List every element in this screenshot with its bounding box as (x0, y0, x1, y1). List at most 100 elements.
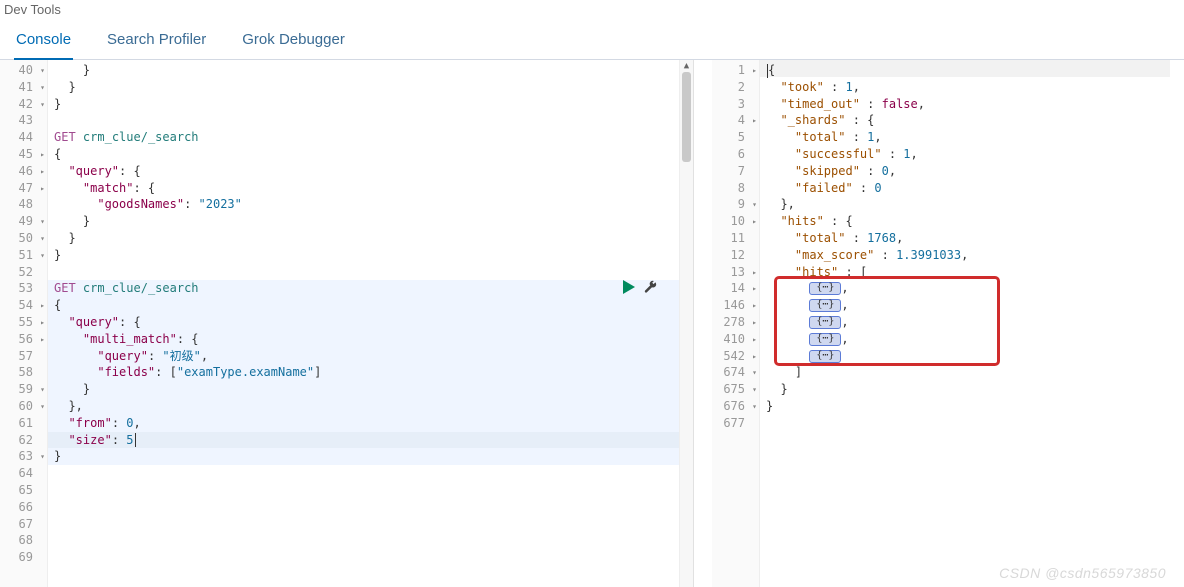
scroll-up-icon[interactable]: ▲ (680, 60, 693, 72)
code-token: } (766, 399, 773, 413)
code-token: , (961, 248, 968, 262)
line-number: 56▸ (0, 331, 47, 348)
request-editor[interactable]: 40▾41▾42▾434445▸46▸47▸4849▾50▾51▾525354▸… (0, 60, 694, 587)
code-row: "query": { (54, 163, 679, 180)
line-number: 61 (0, 415, 47, 432)
collapsed-object-badge[interactable]: {⋯} (809, 316, 841, 329)
code-token (54, 332, 83, 346)
code-token: , (841, 315, 848, 329)
code-token (766, 315, 809, 329)
code-token: : (824, 80, 846, 94)
fold-toggle-icon[interactable]: ▸ (40, 315, 45, 332)
line-number: 43 (0, 112, 47, 129)
fold-toggle-icon[interactable]: ▸ (752, 113, 757, 130)
code-token: }, (766, 197, 795, 211)
code-row: } (54, 448, 679, 465)
fold-toggle-icon[interactable]: ▸ (752, 332, 757, 349)
code-row: "max_score" : 1.3991033, (766, 247, 1170, 264)
code-token: 1768 (867, 231, 896, 245)
code-token (766, 147, 795, 161)
line-number: 676▾ (712, 398, 759, 415)
collapsed-object-badge[interactable]: {⋯} (809, 282, 841, 295)
code-token: 1 (846, 80, 853, 94)
code-token: : (845, 130, 867, 144)
fold-toggle-icon[interactable]: ▸ (752, 63, 757, 80)
line-number: 1▸ (712, 62, 759, 79)
code-row (54, 482, 679, 499)
code-row: {⋯} (766, 348, 1170, 365)
line-number: 49▾ (0, 213, 47, 230)
code-token (766, 164, 795, 178)
fold-toggle-icon[interactable]: ▾ (40, 449, 45, 466)
fold-toggle-icon[interactable]: ▸ (40, 181, 45, 198)
fold-toggle-icon[interactable]: ▾ (752, 399, 757, 416)
tab-console[interactable]: Console (14, 23, 73, 60)
tab-search-profiler[interactable]: Search Profiler (105, 23, 208, 60)
code-row (54, 532, 679, 549)
request-code[interactable]: } }}GET crm_clue/_search{ "query": { "ma… (48, 60, 679, 587)
fold-toggle-icon[interactable]: ▾ (40, 399, 45, 416)
code-token: "from" (68, 416, 111, 430)
code-row: GET crm_clue/_search (54, 280, 679, 297)
line-number: 12 (712, 247, 759, 264)
code-token (54, 365, 97, 379)
code-token: : { (119, 164, 141, 178)
code-token: ] (314, 365, 321, 379)
fold-toggle-icon[interactable]: ▸ (752, 265, 757, 282)
line-number: 58 (0, 364, 47, 381)
code-token (766, 130, 795, 144)
code-token: } (54, 248, 61, 262)
code-token: : (860, 97, 882, 111)
fold-toggle-icon[interactable]: ▾ (40, 248, 45, 265)
collapsed-object-badge[interactable]: {⋯} (809, 299, 841, 312)
code-token (766, 231, 795, 245)
collapsed-object-badge[interactable]: {⋯} (809, 333, 841, 346)
fold-toggle-icon[interactable]: ▸ (40, 164, 45, 181)
code-row: "hits" : [ (766, 264, 1170, 281)
scroll-thumb[interactable] (682, 72, 691, 162)
code-token: : [ (838, 265, 867, 279)
fold-toggle-icon[interactable]: ▸ (752, 214, 757, 231)
fold-toggle-icon[interactable]: ▸ (752, 315, 757, 332)
code-row: {⋯}, (766, 280, 1170, 297)
fold-toggle-icon[interactable]: ▾ (40, 382, 45, 399)
tab-grok-debugger[interactable]: Grok Debugger (240, 23, 347, 60)
fold-toggle-icon[interactable]: ▸ (752, 281, 757, 298)
request-scrollbar[interactable]: ▲ (679, 60, 693, 587)
code-token (54, 433, 68, 447)
fold-toggle-icon[interactable]: ▾ (752, 365, 757, 382)
line-number: 9▾ (712, 196, 759, 213)
fold-toggle-icon[interactable]: ▾ (40, 97, 45, 114)
fold-toggle-icon[interactable]: ▸ (752, 349, 757, 366)
code-token: "hits" (795, 265, 838, 279)
code-token: ] (766, 365, 802, 379)
code-token: , (841, 281, 848, 295)
code-token (766, 214, 780, 228)
code-row: } (54, 62, 679, 79)
fold-toggle-icon[interactable]: ▾ (40, 80, 45, 97)
response-viewer[interactable]: ⋮ 1▸234▸56789▾10▸111213▸14▸146▸278▸410▸5… (712, 60, 1184, 587)
code-token: } (54, 80, 76, 94)
code-token (766, 113, 780, 127)
code-token: "skipped" (795, 164, 860, 178)
line-number: 40▾ (0, 62, 47, 79)
fold-toggle-icon[interactable]: ▾ (752, 197, 757, 214)
fold-toggle-icon[interactable]: ▾ (40, 63, 45, 80)
line-number: 675▾ (712, 381, 759, 398)
code-row: "query": { (54, 314, 679, 331)
code-token (76, 130, 83, 144)
fold-toggle-icon[interactable]: ▾ (752, 382, 757, 399)
code-token: "goodsNames" (97, 197, 184, 211)
fold-toggle-icon[interactable]: ▸ (752, 298, 757, 315)
app-title: Dev Tools (0, 0, 1184, 18)
fold-toggle-icon[interactable]: ▸ (40, 147, 45, 164)
fold-toggle-icon[interactable]: ▸ (40, 332, 45, 349)
code-token: "match" (83, 181, 134, 195)
fold-toggle-icon[interactable]: ▾ (40, 231, 45, 248)
code-row: } (54, 213, 679, 230)
code-token: "total" (795, 130, 846, 144)
fold-toggle-icon[interactable]: ▸ (40, 298, 45, 315)
fold-toggle-icon[interactable]: ▾ (40, 214, 45, 231)
code-token: }, (54, 399, 83, 413)
collapsed-object-badge[interactable]: {⋯} (809, 350, 841, 363)
